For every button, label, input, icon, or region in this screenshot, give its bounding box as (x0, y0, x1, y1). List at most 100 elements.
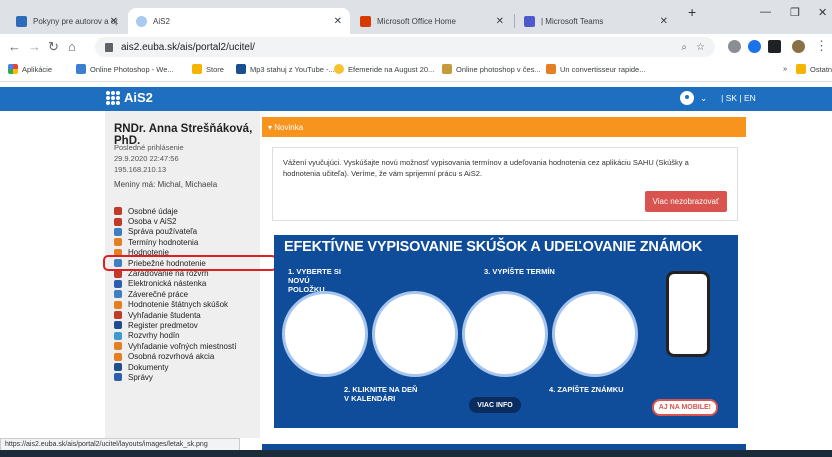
person-icon (114, 207, 122, 216)
tab-title: Pokyny pre autorov a oponentov - (33, 16, 118, 26)
bookmark-apps[interactable]: Aplikácie (8, 64, 52, 74)
sidebar-item[interactable]: Záverečné práce (114, 289, 274, 299)
tab-title: AiS2 (153, 16, 170, 26)
close-tab-icon[interactable]: ✕ (496, 16, 504, 27)
sidebar-item[interactable]: Správa používateľa (114, 227, 274, 237)
browser-menu-icon[interactable]: ⋮ (815, 38, 828, 54)
sidebar-item[interactable]: Zaraďovanie na rozvrh (114, 268, 274, 278)
ip-address: 195.168.210.13 (114, 165, 167, 174)
bookmark-label: Ostatné (810, 64, 832, 74)
photoshop-favicon-icon (76, 64, 86, 74)
ais-logo[interactable]: AiS2 (106, 90, 153, 105)
back-icon[interactable]: ← (8, 39, 21, 54)
minimize-icon[interactable]: — (760, 6, 771, 18)
notice-box: Vážení vyučujúci. Vyskúšajte novú možnos… (272, 147, 738, 221)
extension-drive-icon[interactable] (748, 40, 761, 53)
last-login-date: 29.9.2020 22:47:56 (114, 154, 179, 163)
banner-step-1: 1. VYBERTE SI NOVÚ POLOŽKU (288, 267, 341, 294)
sidebar-item[interactable]: Vyhľadanie voľných miestností (114, 341, 274, 351)
apps-grid-icon (8, 64, 18, 74)
sidebar-item-label: Termíny hodnotenia (128, 237, 199, 247)
sidebar-item[interactable]: Osoba v AiS2 (114, 216, 274, 226)
calendar-icon (114, 269, 122, 278)
address-bar[interactable]: ais2.euba.sk/ais/portal2/ucitel/ ⌕ ☆ (95, 37, 715, 57)
banner-step-2: 2. KLIKNITE NA DEŇ V KALENDÁRI (344, 385, 418, 403)
close-tab-icon[interactable]: ✕ (660, 16, 668, 27)
extension-cloud-icon[interactable] (728, 40, 741, 53)
extensions-puzzle-icon[interactable] (768, 40, 781, 53)
sidebar-item-label: Zaraďovanie na rozvrh (128, 269, 209, 279)
sidebar-item[interactable]: Rozvrhy hodín (114, 331, 274, 341)
close-tab-icon[interactable]: ✕ (110, 16, 118, 27)
home-icon[interactable]: ⌂ (68, 39, 76, 54)
sidebar-item[interactable]: Elektronická nástenka (114, 279, 274, 289)
search-icon[interactable]: ⌕ (681, 42, 687, 53)
sidebar-item-label: Osobná rozvrhová akcia (128, 352, 215, 362)
sidebar-item[interactable]: Register predmetov (114, 320, 274, 330)
chevron-down-icon[interactable]: ⌄ (700, 93, 707, 104)
documents-icon (114, 363, 122, 372)
sidebar-item[interactable]: Osobné údaje (114, 206, 274, 216)
tab-title: Microsoft Office Home (377, 16, 456, 26)
tab-office[interactable]: Microsoft Office Home ✕ (352, 8, 512, 34)
sidebar-item[interactable]: Správy (114, 372, 274, 382)
user-account-icon[interactable] (680, 91, 694, 105)
address-toolbar: ← → ↻ ⌂ ais2.euba.sk/ais/portal2/ucitel/… (0, 34, 832, 60)
list-icon (114, 259, 122, 268)
profile-avatar[interactable] (792, 40, 805, 53)
sidebar-item[interactable]: Priebežné hodnotenie (103, 254, 277, 272)
site-favicon-icon (16, 15, 27, 27)
more-info-button[interactable]: VIAC INFO (469, 397, 521, 413)
ais-favicon-icon (136, 15, 147, 27)
bookmark-item[interactable]: Store (192, 64, 224, 74)
close-tab-icon[interactable]: ✕ (334, 16, 342, 27)
sidebar-item-label: Hodnotenie (128, 248, 169, 258)
bookmark-item[interactable]: Online Photoshop - We... (76, 64, 174, 74)
maximize-icon[interactable]: ❐ (790, 6, 800, 19)
sidebar-item[interactable]: Dokumenty (114, 362, 274, 372)
sidebar-item-label: Priebežné hodnotenie (128, 258, 206, 268)
bookmark-item[interactable]: Online photoshop v čes... (442, 64, 541, 74)
bookmark-item[interactable]: Un convertisseur rapide... (546, 64, 645, 74)
sidebar-item[interactable]: Hodnotenie štátnych skúšok (114, 300, 274, 310)
sidebar-item[interactable]: Termíny hodnotenia (114, 237, 274, 247)
sidebar-item-label: Register predmetov (128, 320, 198, 330)
promo-banner[interactable]: EFEKTÍVNE VYPISOVANIE SKÚŠOK A UDEĽOVANI… (274, 235, 738, 428)
hide-notice-button[interactable]: Viac nezobrazovať (644, 190, 727, 212)
tab-pokyny[interactable]: Pokyny pre autorov a oponentov - ✕ (8, 8, 126, 34)
sidebar-item[interactable]: Hodnotenie (114, 248, 274, 258)
teams-favicon-icon (524, 15, 535, 27)
sidebar-item[interactable]: Osobná rozvrhová akcia (114, 351, 274, 361)
bookmark-item[interactable]: Mp3 stahuj z YouTube -... (236, 64, 335, 74)
sidebar-item[interactable]: Vyhľadanie študenta (114, 310, 274, 320)
tab-separator (514, 14, 515, 28)
novinka-header[interactable]: ▾ Novinka (262, 117, 746, 137)
bookmark-item[interactable]: Efemeride na August 20... (334, 64, 434, 74)
screenshot-circle (462, 291, 548, 377)
close-window-icon[interactable]: ✕ (818, 6, 827, 19)
exam-icon (114, 300, 122, 309)
sidebar-item-label: Správy (128, 372, 153, 382)
screenshot-circle (282, 291, 368, 377)
tab-ais2[interactable]: AiS2 ✕ (128, 8, 350, 34)
url-text: ais2.euba.sk/ais/portal2/ucitel/ (121, 41, 255, 53)
bookmarks-bar: Aplikácie Online Photoshop - We... Store… (0, 60, 832, 82)
reload-icon[interactable]: ↻ (48, 39, 59, 55)
last-login-label: Posledné prihlásenie (114, 143, 184, 152)
screenshot-circle (372, 291, 458, 377)
bookmarks-overflow[interactable]: » (783, 64, 787, 73)
sidebar-item-label: Dokumenty (128, 362, 169, 372)
new-tab-icon[interactable]: + (688, 4, 696, 20)
forward-icon[interactable]: → (28, 39, 41, 54)
main-panel: ▾ Novinka Vážení vyučujúci. Vyskúšajte n… (262, 117, 746, 438)
app-name: AiS2 (124, 90, 153, 105)
bookmark-other[interactable]: Ostatné (796, 64, 832, 74)
bookmark-star-icon[interactable]: ☆ (696, 42, 705, 53)
language-switcher[interactable]: | SK | EN (721, 93, 756, 103)
student-search-icon (114, 311, 122, 320)
sun-favicon-icon (334, 64, 344, 74)
bookmark-label: Online photoshop v čes... (456, 64, 541, 74)
brush-favicon-icon (442, 64, 452, 74)
sidebar-item-label: Rozvrhy hodín (128, 331, 180, 341)
tab-teams[interactable]: | Microsoft Teams ✕ (516, 8, 676, 34)
